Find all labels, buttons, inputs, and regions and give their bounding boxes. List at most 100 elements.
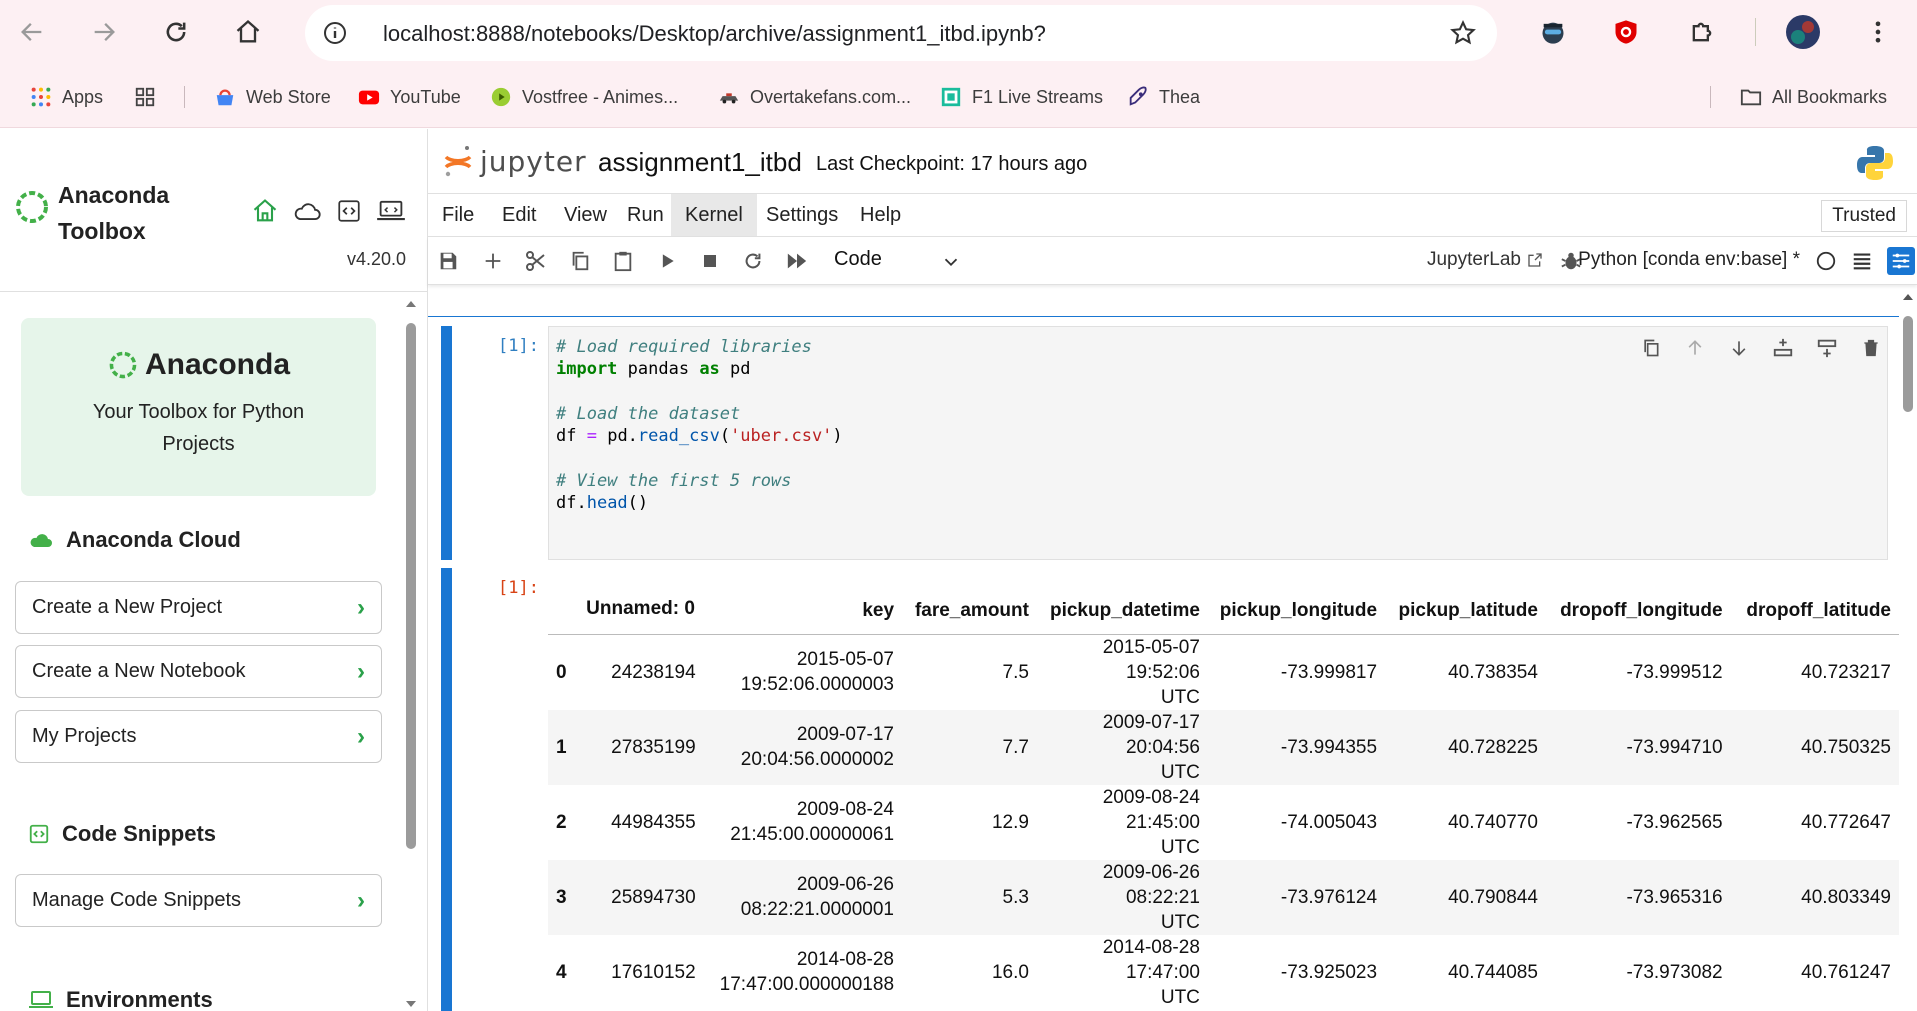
scrollbar-thumb[interactable] bbox=[1903, 316, 1913, 412]
duplicate-cell-button[interactable] bbox=[1637, 334, 1665, 362]
chevron-down-icon[interactable] bbox=[940, 251, 962, 273]
bookmark-overtakefans[interactable]: Overtakefans.com... bbox=[718, 84, 911, 110]
menu-run[interactable]: Run bbox=[613, 194, 678, 236]
back-button[interactable] bbox=[14, 14, 50, 50]
create-new-notebook-button[interactable]: Create a New Notebook › bbox=[15, 645, 382, 698]
all-bookmarks-button[interactable]: All Bookmarks bbox=[1740, 84, 1887, 110]
table-of-contents-button[interactable] bbox=[1848, 247, 1876, 275]
table-cell: -73.962565 bbox=[1626, 811, 1723, 833]
cell-collapser-input[interactable] bbox=[441, 326, 452, 560]
jupyter-logo[interactable]: jupyter bbox=[442, 143, 587, 179]
table-cell: 40.738354 bbox=[1448, 661, 1538, 683]
table-cell: 7.5 bbox=[1002, 661, 1029, 683]
code-text[interactable]: # Load required libraries import pandas a… bbox=[556, 336, 843, 514]
insert-cell-above-button[interactable] bbox=[1769, 334, 1797, 362]
bookmark-vostfree[interactable]: Vostfree - Animes... bbox=[490, 84, 678, 110]
bookmark-f1-live-streams[interactable]: F1 Live Streams bbox=[940, 84, 1103, 110]
active-cell-border bbox=[428, 316, 1899, 317]
notebook-title[interactable]: assignment1_itbd bbox=[598, 147, 802, 178]
table-header: pickup_datetime bbox=[1036, 568, 1208, 635]
anaconda-cloud-heading: Anaconda Cloud bbox=[28, 527, 241, 553]
table-cell: 16.0 bbox=[991, 961, 1029, 983]
copy-button[interactable] bbox=[566, 247, 594, 275]
site-info-icon[interactable] bbox=[323, 21, 347, 45]
restart-button[interactable] bbox=[739, 247, 767, 275]
toolbox-scrollbar[interactable] bbox=[404, 297, 418, 1011]
kernel-name[interactable]: Python [conda env:base] * bbox=[1578, 249, 1800, 271]
insert-cell-below-button[interactable] bbox=[1813, 334, 1841, 362]
anaconda-logo-icon bbox=[16, 191, 48, 223]
duplicate-icon bbox=[1644, 339, 1659, 357]
toolbox-environments-button[interactable] bbox=[376, 196, 406, 226]
bookmark-star-icon[interactable] bbox=[1449, 19, 1477, 47]
table-cell: 2009-06-26 08:22:21 UTC bbox=[1102, 861, 1200, 933]
create-new-project-button[interactable]: Create a New Project › bbox=[15, 581, 382, 634]
ublock-shield-icon bbox=[1615, 20, 1637, 44]
menu-edit[interactable]: Edit bbox=[488, 194, 550, 236]
bookmark-web-store[interactable]: Web Store bbox=[214, 84, 331, 110]
table-header: dropoff_longitude bbox=[1545, 568, 1731, 635]
menu-view[interactable]: View bbox=[550, 194, 621, 236]
restart-icon bbox=[745, 253, 761, 269]
folder-icon bbox=[1740, 89, 1762, 106]
table-row: 0 24238194 2015-05-07 19:52:06.0000003 7.5 2… bbox=[548, 634, 1899, 710]
cell-type-select[interactable]: Code bbox=[834, 248, 882, 271]
toolbox-home-button[interactable] bbox=[250, 196, 280, 226]
property-inspector-button[interactable] bbox=[1887, 247, 1915, 275]
table-cell: -74.005043 bbox=[1280, 811, 1378, 833]
browser-menu-button[interactable] bbox=[1860, 14, 1896, 50]
jupyter-header: jupyter assignment1_itbd Last Checkpoint… bbox=[428, 129, 1917, 193]
toolbox-snippets-button[interactable] bbox=[334, 196, 364, 226]
my-projects-button[interactable]: My Projects › bbox=[15, 710, 382, 763]
menu-settings[interactable]: Settings bbox=[752, 194, 852, 236]
url-text[interactable]: localhost:8888/notebooks/Desktop/archive… bbox=[383, 21, 1046, 47]
table-cell: 40.790844 bbox=[1448, 886, 1538, 908]
scrollbar-thumb[interactable] bbox=[406, 323, 416, 849]
row-index: 3 bbox=[556, 886, 567, 908]
table-cell: 40.723217 bbox=[1801, 661, 1891, 683]
manage-code-snippets-button[interactable]: Manage Code Snippets › bbox=[15, 874, 382, 927]
extension-button[interactable] bbox=[1608, 14, 1644, 50]
paste-button[interactable] bbox=[609, 247, 637, 275]
address-bar[interactable]: localhost:8888/notebooks/Desktop/archive… bbox=[305, 5, 1497, 61]
tab-groups-button[interactable] bbox=[134, 84, 156, 110]
bookmark-youtube[interactable]: YouTube bbox=[358, 84, 461, 110]
bookmark-apps[interactable]: Apps bbox=[30, 84, 103, 110]
reload-button[interactable] bbox=[158, 14, 194, 50]
extensions-menu-button[interactable] bbox=[1684, 14, 1720, 50]
bookmark-thea[interactable]: Thea bbox=[1127, 84, 1200, 110]
avatar bbox=[1786, 15, 1820, 49]
table-cell: 40.750325 bbox=[1801, 736, 1891, 758]
run-button[interactable] bbox=[653, 247, 681, 275]
copy-icon bbox=[572, 251, 589, 271]
save-button[interactable] bbox=[434, 247, 462, 275]
move-cell-up-button[interactable] bbox=[1681, 334, 1709, 362]
table-cell: 27835199 bbox=[611, 736, 696, 758]
cell-collapser-output[interactable] bbox=[441, 568, 452, 1011]
move-cell-down-button[interactable] bbox=[1725, 334, 1753, 362]
insert-cell-button[interactable] bbox=[479, 247, 507, 275]
table-row: 1 27835199 2009-07-17 20:04:56.0000002 7.7 2… bbox=[548, 709, 1899, 785]
restart-run-all-button[interactable] bbox=[783, 247, 811, 275]
jupyterlab-link[interactable]: JupyterLab bbox=[1427, 249, 1543, 271]
extension-button[interactable] bbox=[1535, 14, 1571, 50]
toolbox-cloud-button[interactable] bbox=[292, 196, 322, 226]
table-cell: -73.999817 bbox=[1280, 661, 1378, 683]
menu-file[interactable]: File bbox=[428, 194, 488, 236]
notebook-scrollbar[interactable] bbox=[1899, 286, 1917, 1011]
trusted-indicator[interactable]: Trusted bbox=[1821, 200, 1907, 232]
row-index: 2 bbox=[556, 811, 567, 833]
interrupt-button[interactable] bbox=[696, 247, 724, 275]
cut-button[interactable] bbox=[522, 247, 550, 275]
table-header: Unnamed: 0 bbox=[577, 568, 704, 635]
row-index: 4 bbox=[556, 961, 567, 983]
home-button[interactable] bbox=[230, 14, 266, 50]
menu-help[interactable]: Help bbox=[846, 194, 915, 236]
forward-button[interactable] bbox=[86, 14, 122, 50]
table-cell: 5.3 bbox=[1002, 886, 1029, 908]
paste-icon bbox=[614, 251, 632, 272]
home-icon bbox=[236, 19, 260, 43]
delete-cell-button[interactable] bbox=[1857, 334, 1885, 362]
profile-button[interactable] bbox=[1785, 14, 1821, 50]
menu-kernel[interactable]: Kernel bbox=[671, 194, 757, 236]
